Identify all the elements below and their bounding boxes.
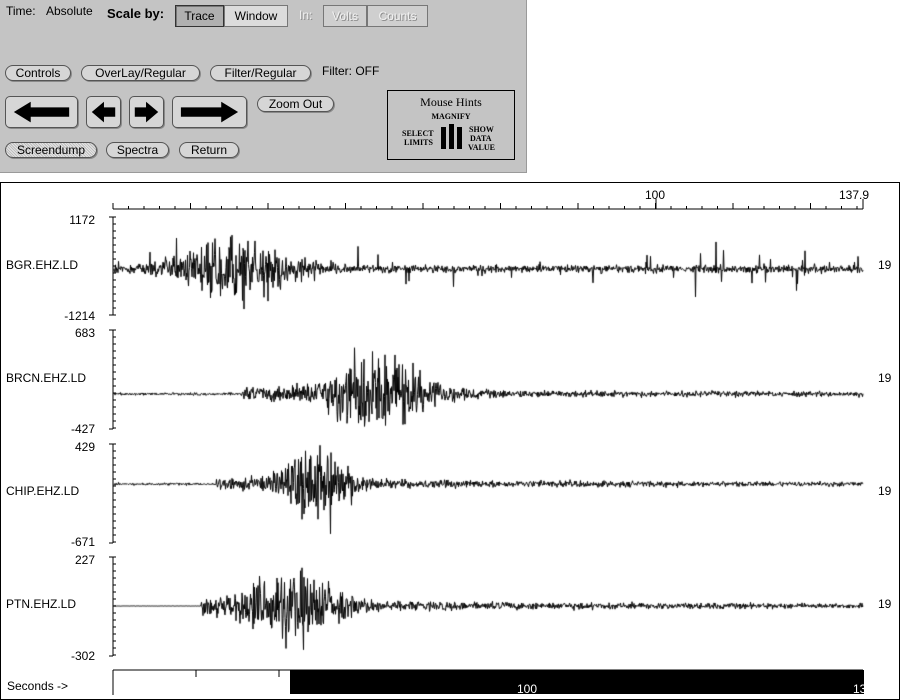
big-right-arrow-icon	[180, 101, 239, 123]
trace-2-count: 19	[878, 371, 892, 385]
hint-right-value: VALUE	[468, 143, 495, 152]
trace-4-count: 19	[878, 597, 892, 611]
filter-status: Filter: OFF	[322, 64, 380, 78]
hint-right-data: DATA	[470, 134, 492, 143]
x-axis-label: Seconds ->	[7, 679, 69, 693]
screendump-button[interactable]: Screendump	[5, 142, 97, 158]
units-volts-button[interactable]: Volts	[323, 5, 367, 27]
zoom-out-button[interactable]: Zoom Out	[257, 96, 334, 112]
bottom-axis-end-label: 131	[853, 682, 874, 696]
scale-trace-button[interactable]: Trace	[175, 5, 224, 27]
hint-left-select: SELECT	[402, 129, 434, 138]
hint-right-show: SHOW	[469, 125, 494, 134]
trace-3-ymin: -671	[70, 535, 95, 549]
trace-4-ymin: -302	[70, 649, 95, 663]
trace-1-channel-label[interactable]: BGR.EHZ.LD	[6, 258, 78, 272]
scale-window-button[interactable]: Window	[224, 5, 288, 27]
scale-by-label: Scale by:	[107, 6, 165, 21]
scroll-far-left-button[interactable]	[5, 96, 78, 128]
spectra-button[interactable]: Spectra	[106, 142, 169, 158]
trace-3-ymax: 429	[74, 440, 95, 454]
units-counts-button[interactable]: Counts	[367, 5, 428, 27]
waveform-traces[interactable]	[1, 183, 899, 699]
hint-left-limits: LIMITS	[404, 138, 433, 147]
top-axis-end-label: 137.9	[839, 188, 870, 202]
trace-4-ymax: 227	[74, 553, 95, 567]
mouse-hints-box: Mouse Hints MAGNIFY SELECT LIMITS SHOW D…	[387, 90, 515, 160]
mouse-buttons-icon	[441, 124, 462, 150]
time-mode-value[interactable]: Absolute	[46, 4, 93, 18]
bottom-axis-tick-label: 100	[517, 682, 538, 696]
small-left-arrow-icon	[91, 101, 116, 123]
trace-3-count: 19	[878, 484, 892, 498]
top-axis-tick-label: 100	[645, 188, 666, 202]
scroll-right-button[interactable]	[129, 96, 164, 128]
controls-button[interactable]: Controls	[5, 65, 71, 81]
scroll-far-right-button[interactable]	[172, 96, 247, 128]
big-left-arrow-icon	[13, 101, 70, 123]
overlay-regular-button[interactable]: OverLay/Regular	[81, 65, 200, 81]
control-panel: Time: Absolute Scale by: Trace Window In…	[0, 0, 527, 173]
filter-regular-button[interactable]: Filter/Regular	[210, 65, 311, 81]
trace-1-ymin: -1214	[64, 309, 95, 323]
time-label: Time:	[6, 4, 36, 18]
return-button[interactable]: Return	[179, 142, 239, 158]
mouse-hints-title: Mouse Hints	[420, 95, 482, 109]
units-label: In:	[299, 8, 313, 22]
trace-2-ymax: 683	[74, 326, 95, 340]
trace-1-count: 19	[878, 258, 892, 272]
scroll-left-button[interactable]	[86, 96, 121, 128]
hint-middle-magnify: MAGNIFY	[431, 112, 471, 121]
trace-2-channel-label[interactable]: BRCN.EHZ.LD	[6, 371, 86, 385]
small-right-arrow-icon	[134, 101, 159, 123]
trace-1-ymax: 1172	[69, 213, 95, 227]
trace-2-ymin: -427	[70, 422, 95, 436]
trace-3-channel-label[interactable]: CHIP.EHZ.LD	[6, 484, 79, 498]
seismogram-plot-area[interactable]: 100 137.9 1172 BGR.EHZ.LD -1214 19 683 B…	[0, 182, 900, 700]
trace-4-channel-label[interactable]: PTN.EHZ.LD	[6, 597, 76, 611]
